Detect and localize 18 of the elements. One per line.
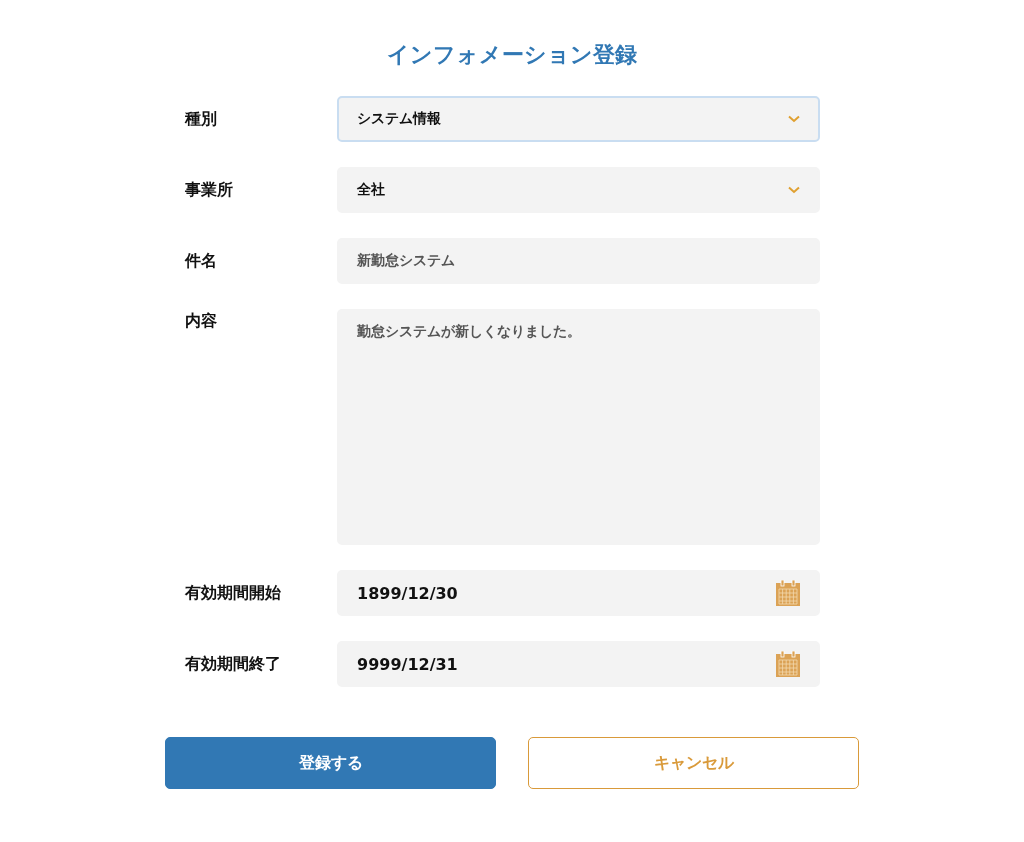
textarea-field[interactable]: 勤怠システムが新しくなりました。	[337, 309, 820, 545]
chevron-down-icon	[788, 186, 800, 194]
submit-button[interactable]: 登録する	[165, 737, 496, 789]
field-label: 種別	[183, 108, 218, 130]
page-title: インフォメーション登録	[387, 41, 637, 69]
input-field[interactable]: 新勤怠システム	[337, 238, 820, 284]
select-field[interactable]: 全社	[337, 167, 820, 213]
calendar-icon	[776, 651, 800, 677]
chevron-down-icon	[788, 115, 800, 123]
select-field[interactable]: システム情報	[337, 96, 820, 142]
field-label: 件名	[183, 250, 218, 272]
field-label: 内容	[184, 311, 218, 332]
field-label: 事業所	[184, 179, 234, 201]
calendar-icon	[776, 580, 800, 606]
field-label: 有効期間開始	[184, 582, 282, 604]
date-field[interactable]: 1899/12/30	[337, 570, 820, 616]
field-label: 有効期間終了	[184, 653, 282, 675]
date-field[interactable]: 9999/12/31	[337, 641, 820, 687]
